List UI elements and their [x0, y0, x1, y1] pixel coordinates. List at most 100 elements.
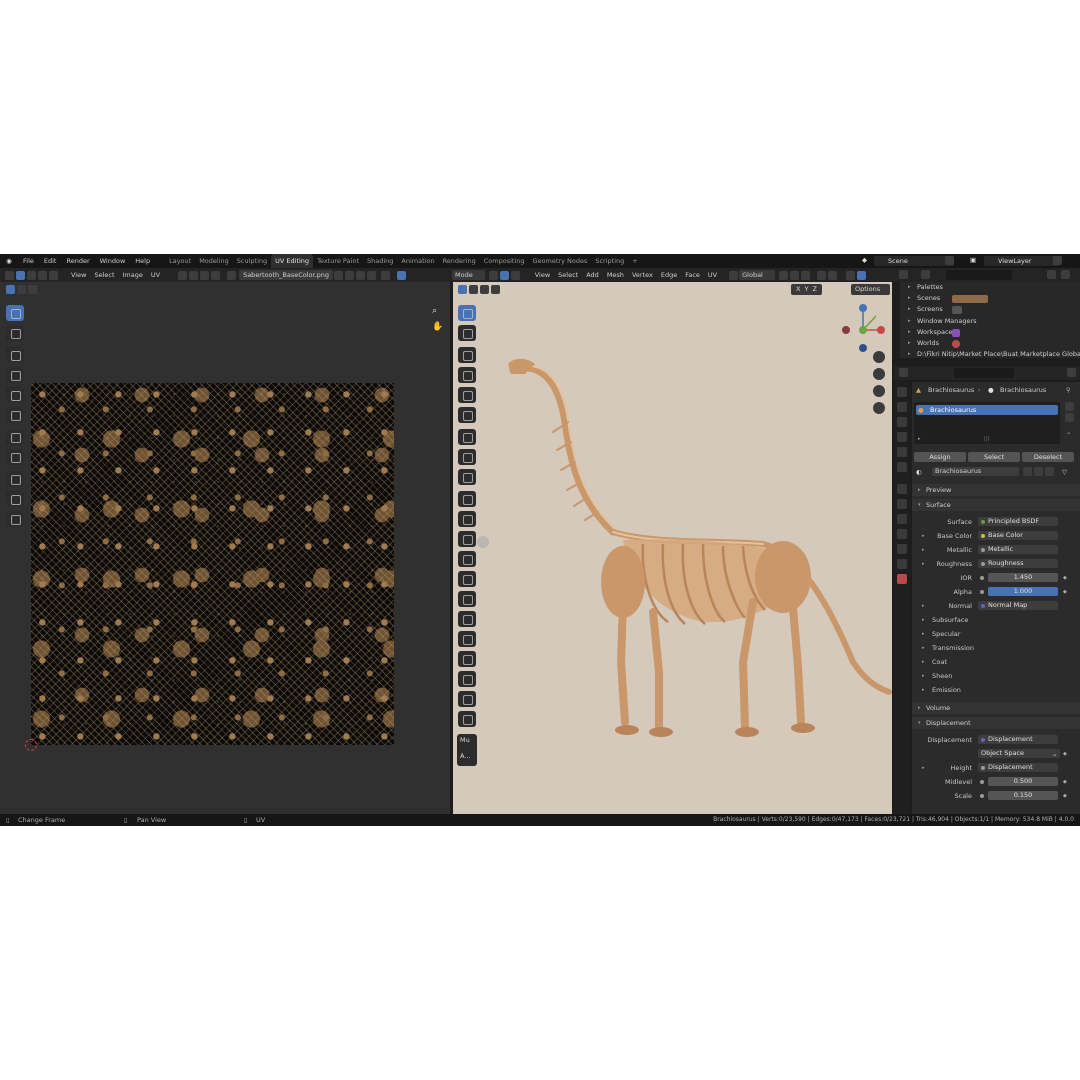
coat-subpanel[interactable]: ▸ Coat — [912, 656, 1080, 668]
midlevel-field[interactable]: 0.500 — [988, 777, 1058, 786]
outliner-editor-type-icon[interactable] — [899, 270, 908, 279]
viewport-menu-view[interactable]: View — [531, 271, 554, 279]
rotate-tool[interactable] — [6, 367, 24, 383]
editor-type-icon[interactable] — [5, 270, 14, 280]
uv-menu-image[interactable]: Image — [119, 271, 147, 279]
tab-modifiers[interactable] — [897, 499, 907, 509]
tab-world[interactable] — [897, 462, 907, 472]
tab-geometry-nodes[interactable]: Geometry Nodes — [529, 254, 592, 268]
uv-editor-area[interactable]: ⌕ ✋ — [0, 282, 450, 814]
metallic-expand-icon[interactable]: ▸ — [922, 544, 925, 556]
pinch-tool[interactable] — [6, 511, 24, 527]
menu-file[interactable]: File — [18, 257, 39, 265]
space-dropdown[interactable]: Object Space — [978, 749, 1060, 758]
ior-socket-icon[interactable] — [980, 576, 984, 580]
view-layer-icon[interactable]: ▣ — [970, 256, 976, 264]
material-filter-icon[interactable]: ▽ — [1062, 466, 1067, 478]
scale-keyframe-icon[interactable]: ◆ — [1063, 790, 1067, 802]
face-mode-icon[interactable] — [510, 270, 520, 280]
viewport-menu-mesh[interactable]: Mesh — [603, 271, 628, 279]
midlevel-socket-icon[interactable] — [980, 780, 984, 784]
outliner-item-window-managers[interactable]: Window Managers — [900, 316, 1080, 327]
displacement-panel-header[interactable]: ▾ Displacement — [912, 717, 1080, 729]
fake-user-icon[interactable] — [334, 270, 344, 280]
assign-button[interactable]: Assign — [914, 452, 966, 462]
transform-orientation-selector[interactable]: Global — [739, 270, 775, 280]
blender-logo-icon[interactable]: ◉ — [0, 257, 18, 265]
preview-panel-header[interactable]: ▸ Preview — [912, 484, 1080, 496]
add-slot-button[interactable] — [1065, 402, 1074, 411]
properties-options-icon[interactable] — [1067, 368, 1076, 377]
viewport-menu-add[interactable]: Add — [582, 271, 603, 279]
menu-edit[interactable]: Edit — [39, 257, 62, 265]
normal-expand-icon[interactable]: ▸ — [922, 600, 925, 612]
tab-modeling[interactable]: Modeling — [195, 254, 233, 268]
pivot-point-icon[interactable] — [778, 270, 788, 280]
select-new-icon[interactable] — [6, 285, 15, 294]
proportional-falloff-icon[interactable] — [827, 270, 837, 280]
material-name-field[interactable]: Brachiosaurus — [932, 467, 1019, 476]
list-expand-icon[interactable]: ▸ — [918, 436, 921, 442]
viewport-visibility-icon[interactable] — [845, 270, 855, 280]
alpha-socket-icon[interactable] — [980, 590, 984, 594]
zoom-icon[interactable]: ⌕ — [432, 306, 437, 316]
tab-rendering[interactable]: Rendering — [439, 254, 480, 268]
tab-output[interactable] — [897, 417, 907, 427]
tab-scripting[interactable]: Scripting — [591, 254, 628, 268]
ior-keyframe-icon[interactable]: ◆ — [1063, 572, 1067, 584]
tab-physics[interactable] — [897, 529, 907, 539]
viewport-menu-edge[interactable]: Edge — [657, 271, 681, 279]
menu-help[interactable]: Help — [130, 257, 155, 265]
3d-viewport[interactable]: XYZ Options Mu A... — [453, 282, 892, 814]
select-box-tool[interactable] — [6, 305, 24, 321]
relax-tool[interactable] — [6, 491, 24, 507]
sync-selection-icon[interactable] — [16, 270, 25, 280]
midlevel-keyframe-icon[interactable]: ◆ — [1063, 776, 1067, 788]
display-mode-icon[interactable] — [921, 270, 930, 279]
move-tool[interactable] — [6, 347, 24, 363]
snap-icon[interactable] — [189, 270, 199, 280]
deselect-button[interactable]: Deselect — [1022, 452, 1074, 462]
tab-object[interactable] — [897, 484, 907, 494]
material-duplicate-icon[interactable] — [1034, 467, 1043, 476]
view-layer-selector[interactable]: ViewLayer — [984, 256, 1060, 266]
annotate-tool[interactable] — [6, 429, 24, 445]
new-collection-icon[interactable] — [1061, 270, 1070, 279]
alpha-field[interactable]: 1.000 — [988, 587, 1058, 596]
material-slot-row[interactable]: ● Brachiosaurus — [916, 405, 1058, 415]
vertex-select-icon[interactable] — [27, 270, 36, 280]
outliner-file-path[interactable]: D:\Fikri Nitip\Market Place\Buat Marketp… — [900, 349, 1080, 360]
outliner-item-workspaces[interactable]: Workspaces — [900, 327, 1080, 338]
scene-icon[interactable]: ◆ — [862, 256, 872, 266]
tab-material[interactable] — [897, 574, 907, 584]
duplicate-image-icon[interactable] — [345, 270, 355, 280]
metallic-field[interactable]: Metallic — [978, 545, 1058, 554]
scale-socket-icon[interactable] — [980, 794, 984, 798]
transform-tool[interactable] — [6, 407, 24, 423]
tab-layout[interactable]: Layout — [165, 254, 195, 268]
tab-texture-paint[interactable]: Texture Paint — [313, 254, 363, 268]
pivot-icon[interactable] — [178, 270, 188, 280]
emission-subpanel[interactable]: ▸ Emission — [912, 684, 1080, 696]
scene-selector[interactable]: Scene — [874, 256, 954, 266]
select-extend-icon[interactable] — [17, 285, 26, 294]
roughness-expand-icon[interactable]: ▸ — [922, 558, 925, 570]
orientation-icon[interactable] — [729, 270, 739, 280]
viewport-menu-vertex[interactable]: Vertex — [628, 271, 657, 279]
tab-tool[interactable] — [897, 387, 907, 397]
tab-animation[interactable]: Animation — [397, 254, 438, 268]
uv-texture-image[interactable] — [31, 383, 394, 745]
surface-panel-header[interactable]: ▾ Surface — [912, 499, 1080, 511]
cursor-tool[interactable] — [6, 325, 24, 341]
vertex-mode-icon[interactable] — [488, 270, 498, 280]
snapping-icon[interactable] — [789, 270, 799, 280]
rip-tool[interactable] — [6, 449, 24, 465]
volume-panel-header[interactable]: ▸ Volume — [912, 702, 1080, 714]
uv-menu-select[interactable]: Select — [90, 271, 118, 279]
gizmo-toggle-icon[interactable] — [397, 270, 407, 280]
slot-menu-chevron-icon[interactable]: ⌄ — [1066, 428, 1071, 436]
scale-field[interactable]: 0.150 — [988, 791, 1058, 800]
scale-tool[interactable] — [6, 387, 24, 403]
mode-selector[interactable]: Mode — [452, 270, 485, 280]
grab-tool[interactable] — [6, 471, 24, 487]
